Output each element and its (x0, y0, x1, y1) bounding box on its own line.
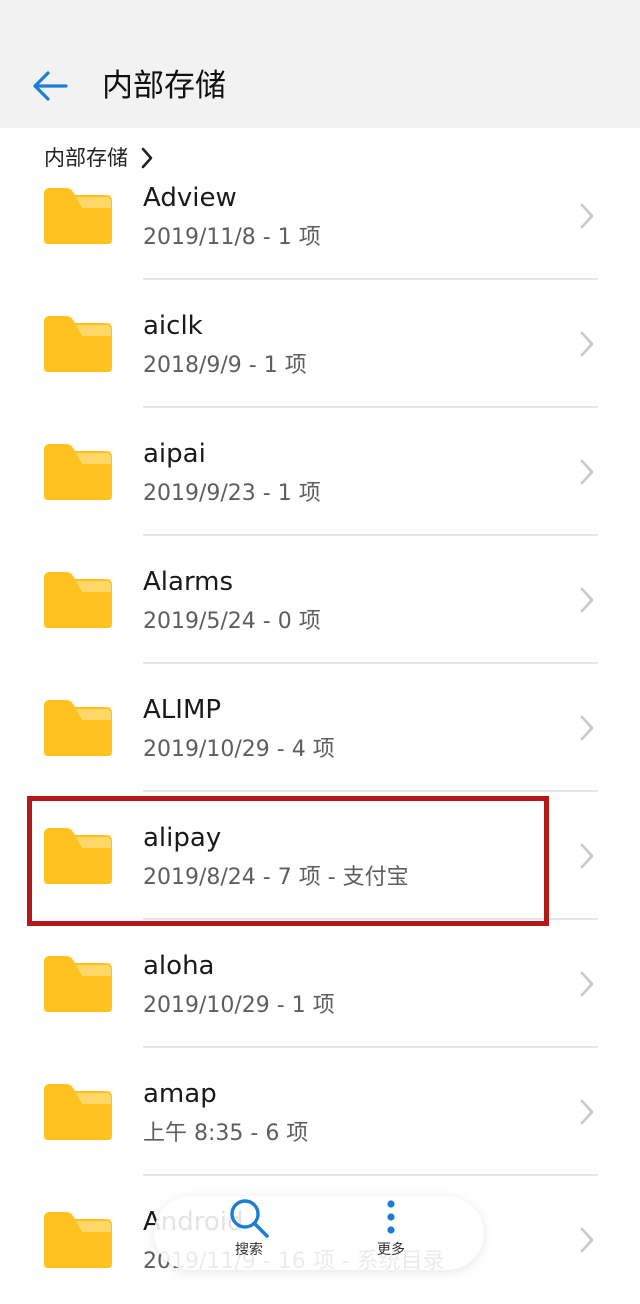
folder-row[interactable]: aloha 2019/10/29 - 1 项 (0, 920, 640, 1048)
app-bar: 内部存储 (0, 0, 640, 128)
folder-meta: 2019/11/8 - 1 项 (143, 225, 321, 250)
folder-row[interactable]: ALIMP 2019/10/29 - 4 项 (0, 664, 640, 792)
more-button[interactable]: 更多 (351, 1196, 431, 1270)
chevron-right-icon (580, 203, 594, 229)
folder-row[interactable]: Alarms 2019/5/24 - 0 项 (0, 536, 640, 664)
folder-row[interactable]: amap 上午 8:35 - 6 项 (0, 1048, 640, 1176)
chevron-right-icon (580, 971, 594, 997)
folder-name: aipai (143, 439, 206, 469)
folder-icon (44, 572, 112, 628)
chevron-right-icon (580, 587, 594, 613)
folder-meta: 2019/8/24 - 7 项 - 支付宝 (143, 865, 409, 890)
folder-icon (44, 316, 112, 372)
folder-name: aiclk (143, 311, 203, 341)
folder-meta: 2019/10/29 - 1 项 (143, 993, 335, 1018)
folder-name: Alarms (143, 567, 234, 597)
folder-name: ALIMP (143, 695, 222, 725)
search-button[interactable]: 搜索 (209, 1196, 289, 1270)
folder-icon (44, 188, 112, 244)
folder-icon (44, 1084, 112, 1140)
back-button[interactable] (26, 62, 74, 110)
chevron-right-icon (580, 1099, 594, 1125)
chevron-right-icon (580, 331, 594, 357)
folder-icon (44, 700, 112, 756)
folder-name: amap (143, 1079, 217, 1109)
search-icon (230, 1199, 269, 1238)
folder-icon (44, 444, 112, 500)
search-label: 搜索 (235, 1242, 263, 1258)
folder-name: Adview (143, 183, 237, 213)
folder-row-alipay[interactable]: alipay 2019/8/24 - 7 项 - 支付宝 (0, 792, 640, 920)
folder-icon (44, 956, 112, 1012)
folder-meta: 2019/5/24 - 0 项 (143, 609, 321, 634)
more-label: 更多 (377, 1242, 405, 1258)
chevron-right-icon (580, 1227, 594, 1253)
more-vertical-icon (387, 1200, 395, 1234)
folder-meta: 上午 8:35 - 6 项 (143, 1121, 309, 1146)
chevron-right-icon (580, 715, 594, 741)
page-title: 内部存储 (102, 68, 226, 104)
folder-row[interactable]: Adview 2019/11/8 - 1 项 (0, 152, 640, 280)
folder-name: alipay (143, 823, 222, 853)
folder-icon (44, 828, 112, 884)
folder-name: aloha (143, 951, 215, 981)
folder-list: Adview 2019/11/8 - 1 项 aiclk 2018/9/9 - … (0, 152, 640, 1304)
folder-meta: 2018/9/9 - 1 项 (143, 353, 307, 378)
folder-row[interactable]: aiclk 2018/9/9 - 1 项 (0, 280, 640, 408)
folder-meta: 2019/9/23 - 1 项 (143, 481, 321, 506)
folder-meta: 2019/10/29 - 4 项 (143, 737, 335, 762)
bottom-toolbar: 搜索 更多 (154, 1196, 484, 1270)
arrow-left-icon (33, 71, 68, 101)
folder-row[interactable]: aipai 2019/9/23 - 1 项 (0, 408, 640, 536)
chevron-right-icon (580, 843, 594, 869)
folder-icon (44, 1212, 112, 1268)
chevron-right-icon (580, 459, 594, 485)
